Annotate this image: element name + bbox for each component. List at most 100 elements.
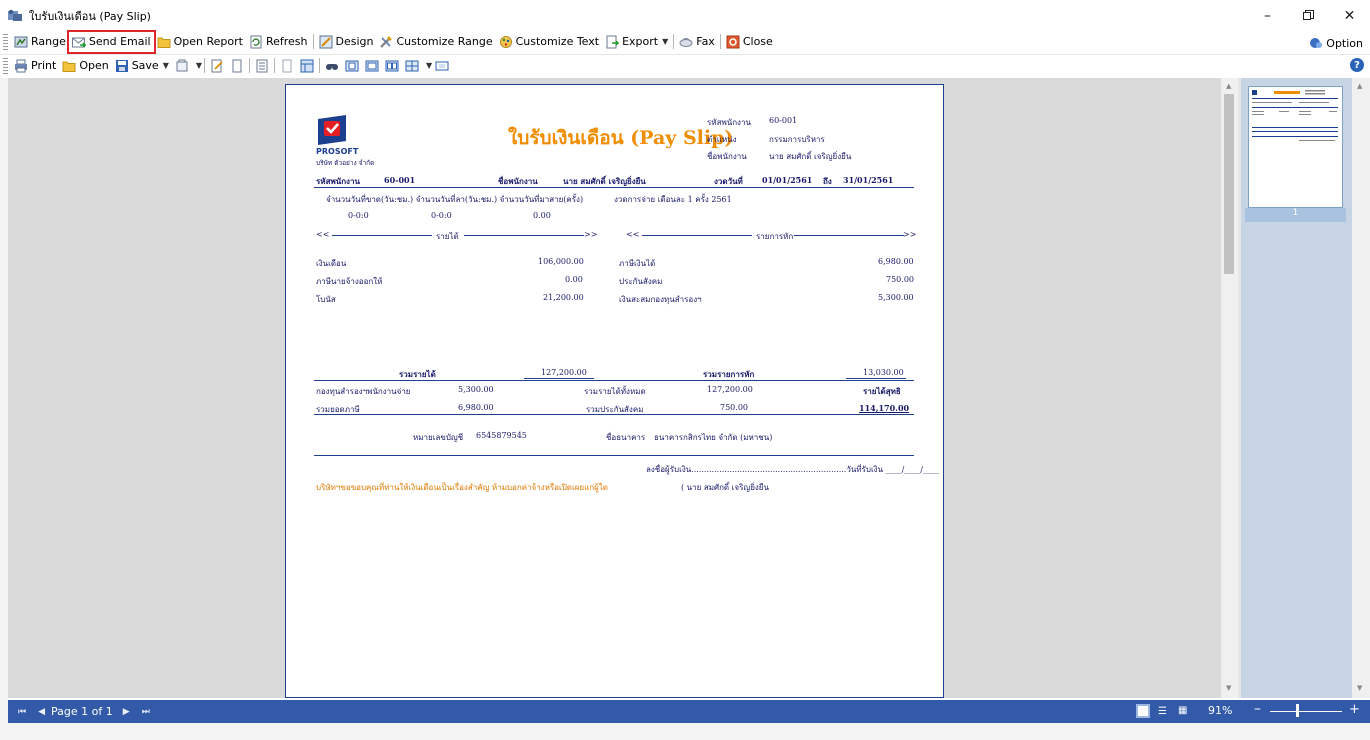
deduct-label: ประกันสังคม <box>619 277 663 286</box>
fax-icon <box>679 35 693 49</box>
scale-icon[interactable] <box>279 58 295 74</box>
option-button[interactable]: Option <box>1306 33 1366 53</box>
paint-icon <box>499 35 513 49</box>
separator <box>673 34 675 49</box>
deduct-label: ภาษีเงินได้ <box>619 259 656 268</box>
customize-range-button[interactable]: Customize Range <box>376 32 495 52</box>
minimize-button[interactable]: – <box>1247 0 1288 31</box>
edit-page-icon[interactable] <box>209 58 225 74</box>
close-report-button[interactable]: Close <box>723 32 776 52</box>
page-setup-icon[interactable] <box>229 58 245 74</box>
company-name: บริษัท ตัวอย่าง จำกัด <box>316 159 375 167</box>
refresh-button[interactable]: Refresh <box>246 32 311 52</box>
option-label: Option <box>1326 36 1363 50</box>
toolbar-grip[interactable] <box>3 33 8 50</box>
toolbar-grip[interactable] <box>3 57 8 74</box>
two-pages-icon[interactable] <box>384 58 400 74</box>
page-width-icon[interactable] <box>364 58 380 74</box>
multi-page-icon[interactable] <box>404 58 420 74</box>
fax-button[interactable]: Fax <box>676 32 718 52</box>
deduct-amount: 5,300.00 <box>878 293 914 302</box>
hdr-emp-code: 60-001 <box>769 116 798 125</box>
total-all-income: 127,200.00 <box>707 385 753 394</box>
last-page-icon[interactable]: ⏭ <box>142 707 150 717</box>
leave-days: 0-0:0 <box>431 211 452 220</box>
send-email-button[interactable]: Send Email <box>66 29 156 54</box>
income-amount: 0.00 <box>565 275 583 284</box>
print-button[interactable]: Print <box>11 56 59 76</box>
income-label: เงินเดือน <box>316 259 347 268</box>
chevron-down-icon[interactable]: ▼ <box>196 61 202 70</box>
thumbnail-preview-icon <box>1252 90 1338 141</box>
scroll-up-icon[interactable]: ▲ <box>1357 82 1362 90</box>
first-page-icon[interactable]: ⏮ <box>18 707 26 717</box>
next-page-icon[interactable]: ▶ <box>123 707 130 717</box>
single-page-icon[interactable] <box>344 58 360 74</box>
total-all-income-label: รวมรายได้ทั้งหมด <box>584 387 646 396</box>
bottom-margin <box>0 723 1370 740</box>
account-no: 6545879545 <box>476 431 527 440</box>
thumbnail-scrollbar[interactable]: ▲ ▼ <box>1352 78 1370 698</box>
scroll-down-icon[interactable]: ▼ <box>1357 684 1362 692</box>
confidential-note: บริษัทฯขอขอบคุณที่ท่านให้เงินเดือนเป็นเร… <box>316 483 608 492</box>
ss-total: 750.00 <box>720 403 748 412</box>
customize-range-label: Customize Range <box>396 35 493 48</box>
scroll-up-icon[interactable]: ▲ <box>1226 82 1231 90</box>
divider <box>464 235 584 236</box>
deduct-amount: 750.00 <box>886 275 914 284</box>
bank-label: ชื่อธนาคาร <box>606 433 646 442</box>
slip-title: ใบรับเงินเดือน (Pay Slip) <box>508 127 734 149</box>
sign-line: ลงชื่อผู้รับเงิน........................… <box>646 465 939 474</box>
divider <box>642 235 752 236</box>
company-logo <box>316 115 348 147</box>
report-toolbar: Range Send Email Open Report Refresh Des… <box>0 29 1370 54</box>
find-icon[interactable] <box>324 58 340 74</box>
save-button[interactable]: Save ▼ <box>112 56 172 76</box>
continuous-view-icon[interactable]: ☰ <box>1158 706 1167 717</box>
separator <box>249 58 251 73</box>
close-window-button[interactable]: ✕ <box>1329 0 1370 31</box>
open-button[interactable]: Open <box>59 56 111 76</box>
thumbnail-view-icon[interactable] <box>299 58 315 74</box>
scroll-thumb[interactable] <box>1224 94 1234 274</box>
underline <box>846 378 906 379</box>
prev-page-icon[interactable]: ◀ <box>38 707 45 717</box>
page-thumbnail[interactable] <box>1248 86 1343 208</box>
pay-cycle: งวดการจ่าย เดือนละ 1 ครั้ง 2561 <box>614 195 732 204</box>
printer-icon <box>14 59 28 73</box>
design-button[interactable]: Design <box>316 32 377 52</box>
total-income: 127,200.00 <box>541 368 587 377</box>
export-button[interactable]: Export ▼ <box>602 32 671 52</box>
background-icon[interactable] <box>434 58 450 74</box>
late-count: 0.00 <box>533 211 551 220</box>
zoom-slider-thumb[interactable] <box>1296 704 1299 717</box>
export-label: Export <box>622 35 659 48</box>
chevron-down-icon[interactable]: ▼ <box>163 61 169 70</box>
help-icon[interactable]: ? <box>1350 58 1364 72</box>
maximize-button[interactable] <box>1288 0 1329 31</box>
range-button[interactable]: Range <box>11 32 69 52</box>
multi-page-view-icon[interactable]: ▦ <box>1178 705 1187 716</box>
zoom-level: 91% <box>1208 704 1233 717</box>
send-icon[interactable] <box>174 58 190 74</box>
chevron-down-icon[interactable]: ▼ <box>662 37 668 46</box>
pf-value: 5,300.00 <box>458 385 494 394</box>
zoom-slider-track[interactable] <box>1270 711 1342 712</box>
customize-text-button[interactable]: Customize Text <box>496 32 602 52</box>
chevron-down-icon[interactable]: ▼ <box>426 61 432 70</box>
title-bar: ใบรับเงินเดือน (Pay Slip) – ✕ <box>0 0 1370 31</box>
zoom-in-icon[interactable]: + <box>1349 702 1360 717</box>
separator <box>204 58 206 73</box>
scroll-down-icon[interactable]: ▼ <box>1226 684 1231 692</box>
absence-labels: จำนวนวันที่ขาด(วัน:ชม.) จำนวนวันที่ลา(วั… <box>326 195 584 204</box>
total-deduct: 13,030.00 <box>863 368 904 377</box>
customize-text-label: Customize Text <box>515 35 600 48</box>
header-footer-icon[interactable] <box>254 58 270 74</box>
deduct-arrow-right: >> <box>903 230 917 239</box>
open-report-button[interactable]: Open Report <box>154 32 246 52</box>
viewer-scrollbar[interactable]: ▲ ▼ <box>1221 78 1238 698</box>
single-page-view-icon[interactable] <box>1136 704 1150 718</box>
zoom-out-icon[interactable]: – <box>1254 701 1261 717</box>
design-label: Design <box>335 35 374 48</box>
folder-icon <box>157 35 171 49</box>
